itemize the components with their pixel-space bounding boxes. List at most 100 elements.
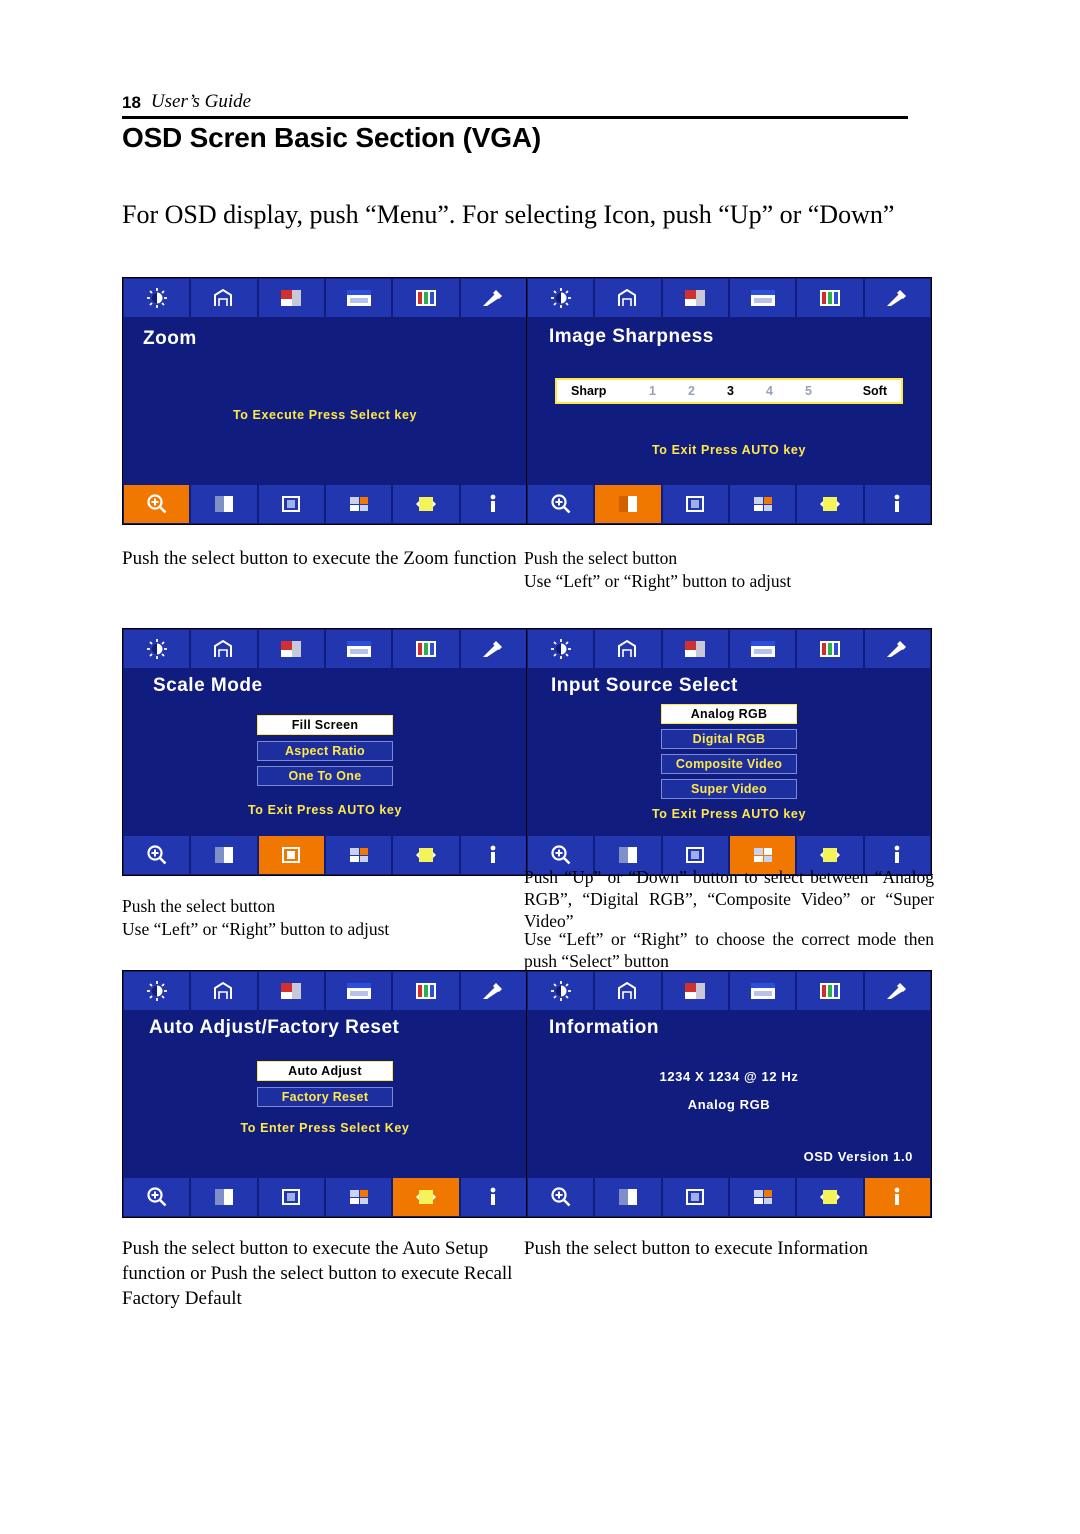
color-page-icon[interactable] [257, 629, 325, 669]
caption-input-source-2: Use “Left” or “Right” to choose the corr… [524, 929, 934, 971]
guide-label: User’s Guide [150, 91, 252, 112]
rgb-bars-icon[interactable] [796, 278, 864, 318]
sharpness-icon[interactable] [594, 484, 662, 524]
osd-window-icon[interactable] [728, 971, 797, 1011]
osd-panel-information: Information 1234 X 1234 @ 12 Hz Analog R… [526, 970, 932, 1218]
option-factory-reset[interactable]: Factory Reset [257, 1087, 393, 1107]
sharpness-slider[interactable]: Sharp 1 2 3 4 5 Soft [555, 378, 903, 404]
auto-adjust-icon[interactable] [392, 1177, 460, 1217]
osd-panel-sharpness: Image Sharpness Sharp 1 2 3 4 5 Soft To … [526, 277, 932, 525]
intro-paragraph: For OSD display, push “Menu”. For select… [122, 200, 895, 229]
brightness-contrast-icon[interactable] [123, 278, 191, 318]
scale-mode-icon[interactable] [661, 1177, 729, 1217]
input-source-icon[interactable] [324, 484, 393, 524]
auto-adjust-icon[interactable] [796, 1177, 864, 1217]
tools-icon[interactable] [863, 971, 931, 1011]
input-source-icon[interactable] [324, 1177, 393, 1217]
option-one-to-one[interactable]: One To One [257, 766, 393, 786]
osd-window-icon[interactable] [728, 278, 797, 318]
auto-adjust-icon[interactable] [392, 484, 460, 524]
zoom-icon[interactable] [123, 835, 191, 875]
sharpness-icon[interactable] [594, 1177, 662, 1217]
color-page-icon[interactable] [661, 278, 729, 318]
osd-hint-sharpness: To Exit Press AUTO key [652, 443, 806, 457]
option-digital-rgb[interactable]: Digital RGB [661, 729, 797, 749]
sharpness-tick-4[interactable]: 4 [766, 384, 773, 398]
rgb-bars-icon[interactable] [796, 971, 864, 1011]
position-icon[interactable] [190, 971, 258, 1011]
brightness-contrast-icon[interactable] [527, 629, 595, 669]
option-analog-rgb[interactable]: Analog RGB [661, 704, 797, 724]
auto-adjust-icon[interactable] [392, 835, 460, 875]
color-page-icon[interactable] [661, 629, 729, 669]
document-page: 18 User’s Guide OSD Scren Basic Section … [0, 0, 1080, 1534]
option-fill-screen[interactable]: Fill Screen [257, 715, 393, 735]
color-page-icon[interactable] [257, 278, 325, 318]
sharpness-left-label: Sharp [571, 384, 607, 398]
rgb-bars-icon[interactable] [796, 629, 864, 669]
option-auto-adjust[interactable]: Auto Adjust [257, 1061, 393, 1081]
scale-mode-icon[interactable] [661, 484, 729, 524]
osd-bottom-icon-bar [123, 484, 527, 524]
osd-panel-auto-adjust: Auto Adjust/Factory Reset Auto Adjust Fa… [122, 970, 528, 1218]
information-icon[interactable] [459, 835, 527, 875]
information-icon[interactable] [459, 1177, 527, 1217]
caption-scale-mode-1: Push the select button [122, 896, 276, 916]
sharpness-tick-5[interactable]: 5 [805, 384, 812, 398]
osd-panel-scale-mode: Scale Mode Fill Screen Aspect Ratio One … [122, 628, 528, 876]
rgb-bars-icon[interactable] [392, 629, 460, 669]
rgb-bars-icon[interactable] [392, 278, 460, 318]
information-resolution: 1234 X 1234 @ 12 Hz [659, 1069, 799, 1084]
zoom-icon[interactable] [527, 1177, 595, 1217]
scale-mode-icon[interactable] [257, 1177, 325, 1217]
sharpness-tick-1[interactable]: 1 [649, 384, 656, 398]
zoom-icon[interactable] [123, 1177, 191, 1217]
osd-window-icon[interactable] [324, 278, 393, 318]
tools-icon[interactable] [459, 971, 527, 1011]
osd-window-icon[interactable] [324, 971, 393, 1011]
position-icon[interactable] [190, 629, 258, 669]
sharpness-tick-2[interactable]: 2 [688, 384, 695, 398]
zoom-icon[interactable] [123, 484, 191, 524]
sharpness-icon[interactable] [190, 835, 258, 875]
position-icon[interactable] [190, 278, 258, 318]
information-icon[interactable] [863, 484, 931, 524]
input-source-icon[interactable] [728, 1177, 797, 1217]
tools-icon[interactable] [863, 278, 931, 318]
osd-title-sharpness: Image Sharpness [549, 326, 714, 347]
sharpness-icon[interactable] [190, 1177, 258, 1217]
rgb-bars-icon[interactable] [392, 971, 460, 1011]
osd-top-icon-bar [527, 629, 931, 669]
sharpness-tick-3[interactable]: 3 [727, 384, 734, 398]
information-icon[interactable] [459, 484, 527, 524]
color-page-icon[interactable] [257, 971, 325, 1011]
osd-window-icon[interactable] [324, 629, 393, 669]
brightness-contrast-icon[interactable] [527, 278, 595, 318]
osd-top-icon-bar [123, 278, 527, 318]
scale-mode-icon[interactable] [257, 835, 325, 875]
input-source-icon[interactable] [728, 484, 797, 524]
osd-top-icon-bar [123, 971, 527, 1011]
information-icon[interactable] [863, 1177, 931, 1217]
sharpness-icon[interactable] [190, 484, 258, 524]
brightness-contrast-icon[interactable] [123, 629, 191, 669]
option-composite-video[interactable]: Composite Video [661, 754, 797, 774]
position-icon[interactable] [594, 629, 662, 669]
color-page-icon[interactable] [661, 971, 729, 1011]
zoom-icon[interactable] [527, 484, 595, 524]
tools-icon[interactable] [459, 278, 527, 318]
brightness-contrast-icon[interactable] [123, 971, 191, 1011]
osd-window-icon[interactable] [728, 629, 797, 669]
option-super-video[interactable]: Super Video [661, 779, 797, 799]
osd-hint-auto-adjust: To Enter Press Select Key [240, 1121, 410, 1135]
tools-icon[interactable] [459, 629, 527, 669]
auto-adjust-icon[interactable] [796, 484, 864, 524]
scale-mode-icon[interactable] [257, 484, 325, 524]
position-icon[interactable] [594, 971, 662, 1011]
input-source-icon[interactable] [324, 835, 393, 875]
osd-title-information: Information [549, 1017, 659, 1038]
tools-icon[interactable] [863, 629, 931, 669]
brightness-contrast-icon[interactable] [527, 971, 595, 1011]
position-icon[interactable] [594, 278, 662, 318]
option-aspect-ratio[interactable]: Aspect Ratio [257, 741, 393, 761]
